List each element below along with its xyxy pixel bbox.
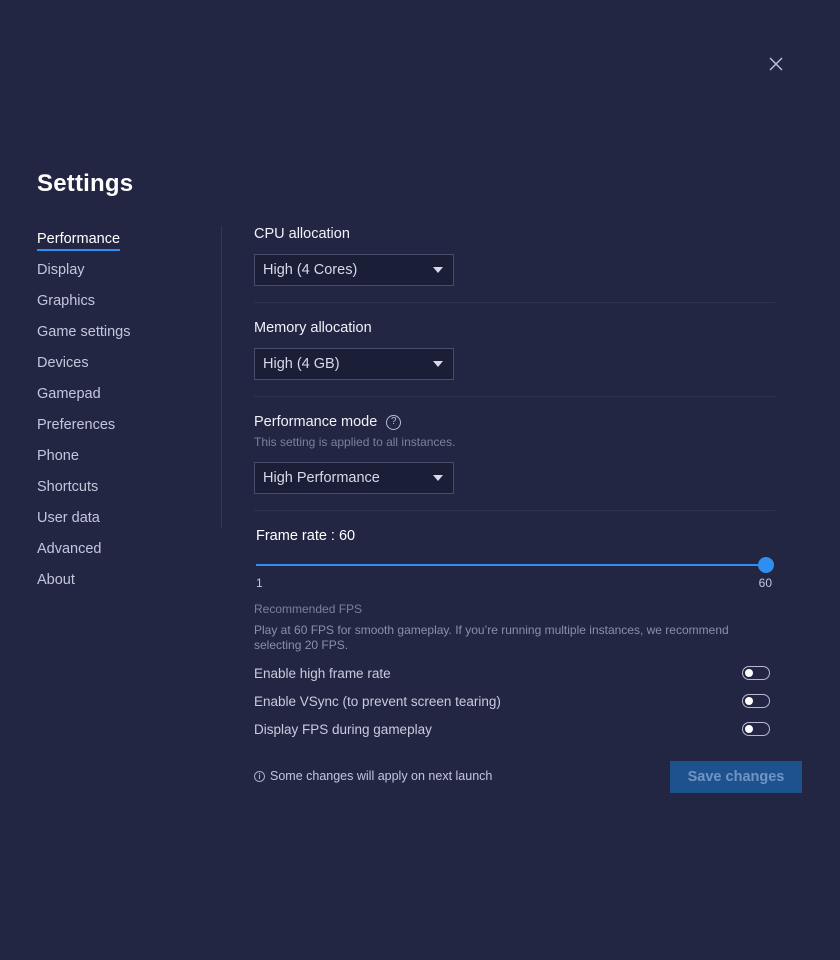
cpu-allocation-label: CPU allocation: [254, 226, 350, 242]
recommended-fps-title: Recommended FPS: [254, 602, 363, 616]
sidebar-item-label: Preferences: [37, 417, 116, 433]
caret-down-icon: [433, 475, 443, 481]
toggle-row-high-frame-rate: Enable high frame rate: [254, 659, 775, 687]
sidebar-item-about[interactable]: About: [37, 570, 222, 601]
sidebar-divider: [221, 226, 222, 528]
toggle-label: Enable VSync (to prevent screen tearing): [254, 693, 501, 709]
performance-panel: CPU allocation High (4 Cores) Memory all…: [254, 224, 775, 743]
frame-rate-slider[interactable]: [256, 557, 774, 574]
performance-mode-select[interactable]: High Performance: [254, 462, 454, 494]
display-fps-toggle[interactable]: [742, 722, 770, 736]
performance-mode-value: High Performance: [263, 470, 380, 486]
sidebar-item-label: Phone: [37, 448, 79, 464]
memory-allocation-label: Memory allocation: [254, 320, 372, 336]
section-divider: [254, 396, 775, 397]
sidebar-item-game-settings[interactable]: Game settings: [37, 322, 222, 353]
slider-range-labels: 1 60: [254, 576, 772, 590]
sidebar: Performance Display Graphics Game settin…: [37, 229, 222, 601]
sidebar-item-display[interactable]: Display: [37, 260, 222, 291]
sidebar-item-label: Shortcuts: [37, 479, 99, 495]
memory-allocation-value: High (4 GB): [263, 356, 340, 372]
caret-down-icon: [433, 267, 443, 273]
sidebar-item-label: Graphics: [37, 293, 96, 309]
slider-fill: [256, 564, 766, 566]
help-icon[interactable]: ?: [386, 414, 402, 430]
sidebar-item-devices[interactable]: Devices: [37, 353, 222, 384]
toggle-knob: [745, 697, 753, 705]
cpu-allocation-select[interactable]: High (4 Cores): [254, 254, 454, 286]
memory-allocation-select[interactable]: High (4 GB): [254, 348, 454, 380]
performance-mode-label: Performance mode ?: [254, 412, 775, 432]
toggle-knob: [745, 725, 753, 733]
sidebar-item-shortcuts[interactable]: Shortcuts: [37, 477, 222, 508]
info-icon: i: [254, 770, 265, 782]
sidebar-item-advanced[interactable]: Advanced: [37, 539, 222, 570]
footer-note-text: Some changes will apply on next launch: [270, 769, 493, 783]
toggle-row-vsync: Enable VSync (to prevent screen tearing): [254, 687, 775, 715]
close-button[interactable]: [766, 54, 786, 74]
sidebar-item-preferences[interactable]: Preferences: [37, 415, 222, 446]
sidebar-item-label: Display: [37, 262, 85, 278]
close-icon: [769, 57, 783, 71]
sidebar-item-label: Game settings: [37, 324, 131, 340]
page-title: Settings: [37, 170, 134, 197]
toggle-label: Display FPS during gameplay: [254, 721, 432, 737]
sidebar-item-label: Performance: [37, 230, 121, 251]
sidebar-item-label: About: [37, 572, 75, 588]
toggle-list: Enable high frame rate Enable VSync (to …: [254, 659, 775, 743]
cpu-allocation-value: High (4 Cores): [263, 262, 358, 278]
sidebar-item-label: Devices: [37, 355, 89, 371]
sidebar-item-label: Advanced: [37, 541, 102, 557]
footer-note: i Some changes will apply on next launch: [254, 769, 492, 783]
slider-max-label: 60: [758, 576, 772, 590]
high-frame-rate-toggle[interactable]: [742, 666, 770, 680]
toggle-label: Enable high frame rate: [254, 665, 391, 681]
sidebar-item-phone[interactable]: Phone: [37, 446, 222, 477]
save-changes-button[interactable]: Save changes: [670, 761, 802, 793]
sidebar-item-gamepad[interactable]: Gamepad: [37, 384, 222, 415]
sidebar-item-performance[interactable]: Performance: [37, 229, 222, 260]
toggle-knob: [745, 669, 753, 677]
slider-min-label: 1: [256, 576, 263, 590]
sidebar-item-label: Gamepad: [37, 386, 101, 402]
sidebar-item-label: User data: [37, 510, 100, 526]
performance-mode-subtitle: This setting is applied to all instances…: [254, 435, 456, 449]
recommended-fps-text: Play at 60 FPS for smooth gameplay. If y…: [254, 623, 729, 652]
section-divider: [254, 302, 775, 303]
sidebar-item-graphics[interactable]: Graphics: [37, 291, 222, 322]
performance-mode-title: Performance mode: [254, 414, 378, 430]
section-divider: [254, 510, 775, 511]
caret-down-icon: [433, 361, 443, 367]
frame-rate-label: Frame rate : 60: [256, 528, 356, 544]
toggle-row-display-fps: Display FPS during gameplay: [254, 715, 775, 743]
vsync-toggle[interactable]: [742, 694, 770, 708]
sidebar-item-user-data[interactable]: User data: [37, 508, 222, 539]
slider-thumb[interactable]: [758, 557, 774, 573]
